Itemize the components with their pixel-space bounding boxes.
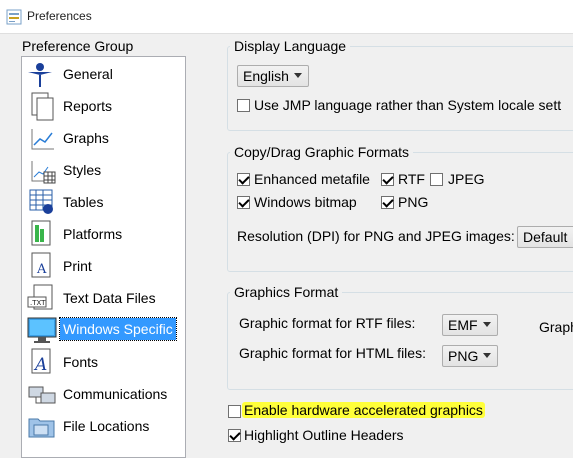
html-format-label: Graphic format for HTML files: <box>239 345 426 361</box>
sidebar-item-print[interactable]: A Print <box>23 250 184 282</box>
fonts-icon: A <box>31 348 51 375</box>
styles-icon <box>31 161 56 184</box>
sidebar-item-styles[interactable]: Styles <box>23 154 184 186</box>
sidebar-item-label: Fonts <box>63 354 99 370</box>
windows-bitmap-checkbox[interactable] <box>237 196 250 209</box>
resolution-dropdown-value: Default <box>523 229 568 245</box>
sidebar-item-file-locations[interactable]: File Locations <box>23 410 184 442</box>
title-bar: Preferences <box>0 0 573 34</box>
highlight-outline-checkbox[interactable] <box>228 429 241 442</box>
windows-bitmap-label: Windows bitmap <box>254 194 357 210</box>
sidebar-item-windows-specific[interactable]: Windows Specific <box>23 314 184 346</box>
svg-text:.TXT: .TXT <box>30 299 46 307</box>
resolution-label: Resolution (DPI) for PNG and JPEG images… <box>237 228 515 244</box>
rtf-checkbox[interactable] <box>381 173 394 186</box>
communications-icon <box>28 386 56 404</box>
text-data-files-icon: .TXT <box>27 284 53 310</box>
hardware-accel-checkbox[interactable] <box>228 405 241 418</box>
chevron-down-icon <box>294 73 302 78</box>
window-title: Preferences <box>27 9 92 23</box>
jpeg-checkbox[interactable] <box>430 173 443 186</box>
display-language-group <box>227 46 573 131</box>
rtf-format-value: EMF <box>448 317 478 333</box>
sidebar-item-communications[interactable]: Communications <box>23 378 184 410</box>
graphics-format-legend: Graphics Format <box>230 284 343 300</box>
hardware-accel-label: Enable hardware accelerated graphics <box>242 402 485 418</box>
sidebar-item-graphs[interactable]: Graphs <box>23 122 184 154</box>
platforms-icon <box>31 220 51 246</box>
sidebar-item-label: Communications <box>63 386 168 402</box>
sidebar-item-label: General <box>63 66 113 82</box>
sidebar-item-general[interactable]: General <box>23 58 184 90</box>
use-jmp-language-label: Use JMP language rather than System loca… <box>254 97 562 113</box>
jpeg-label: JPEG <box>448 171 485 187</box>
svg-text:A: A <box>36 262 47 277</box>
enhanced-metafile-label: Enhanced metafile <box>254 171 370 187</box>
file-locations-icon <box>28 418 55 438</box>
sidebar-item-label: Platforms <box>63 226 123 242</box>
html-format-value: PNG <box>448 348 479 364</box>
preference-group-label: Preference Group <box>22 38 134 54</box>
preference-group-list[interactable]: General Reports Graphs Styles Tables Pla… <box>21 56 186 458</box>
rtf-format-label: Graphic format for RTF files: <box>239 315 416 331</box>
copy-drag-formats-group <box>227 152 573 272</box>
app-icon <box>6 9 22 25</box>
graphs-icon <box>31 129 54 150</box>
enhanced-metafile-checkbox[interactable] <box>237 173 250 186</box>
rtf-format-dropdown[interactable]: EMF <box>442 314 498 336</box>
language-dropdown[interactable]: English <box>237 65 309 87</box>
general-icon <box>28 63 52 87</box>
use-jmp-language-checkbox[interactable] <box>237 99 250 112</box>
windows-specific-icon <box>27 317 57 343</box>
chevron-down-icon <box>483 322 491 327</box>
chevron-down-icon <box>483 353 491 358</box>
graph-label-cut: Graph <box>539 319 573 335</box>
png-checkbox[interactable] <box>381 196 394 209</box>
sidebar-item-label: Tables <box>63 194 104 210</box>
sidebar-item-fonts[interactable]: A Fonts <box>23 346 184 378</box>
print-icon: A <box>31 252 51 278</box>
sidebar-item-label: Reports <box>63 98 113 114</box>
rtf-label: RTF <box>398 171 425 187</box>
sidebar-item-label: Styles <box>63 162 102 178</box>
graphics-format-group <box>227 292 573 390</box>
png-label: PNG <box>398 194 429 210</box>
language-dropdown-value: English <box>243 68 289 84</box>
sidebar-item-label: File Locations <box>63 418 150 434</box>
tables-icon <box>29 189 53 214</box>
sidebar-item-platforms[interactable]: Platforms <box>23 218 184 250</box>
sidebar-item-reports[interactable]: Reports <box>23 90 184 122</box>
sidebar-item-tables[interactable]: Tables <box>23 186 184 218</box>
sidebar-item-label: Windows Specific <box>59 317 177 341</box>
sidebar-item-text-data-files[interactable]: .TXT Text Data Files <box>23 282 184 314</box>
highlight-outline-label: Highlight Outline Headers <box>244 427 404 443</box>
display-language-legend: Display Language <box>230 38 351 54</box>
reports-icon <box>31 92 54 121</box>
copy-drag-legend: Copy/Drag Graphic Formats <box>230 144 414 160</box>
svg-text:A: A <box>33 355 47 375</box>
resolution-dropdown[interactable]: Default <box>517 226 573 248</box>
sidebar-item-label: Text Data Files <box>63 290 156 306</box>
sidebar-item-label: Print <box>63 258 92 274</box>
sidebar-item-label: Graphs <box>63 130 109 146</box>
html-format-dropdown[interactable]: PNG <box>442 345 498 367</box>
